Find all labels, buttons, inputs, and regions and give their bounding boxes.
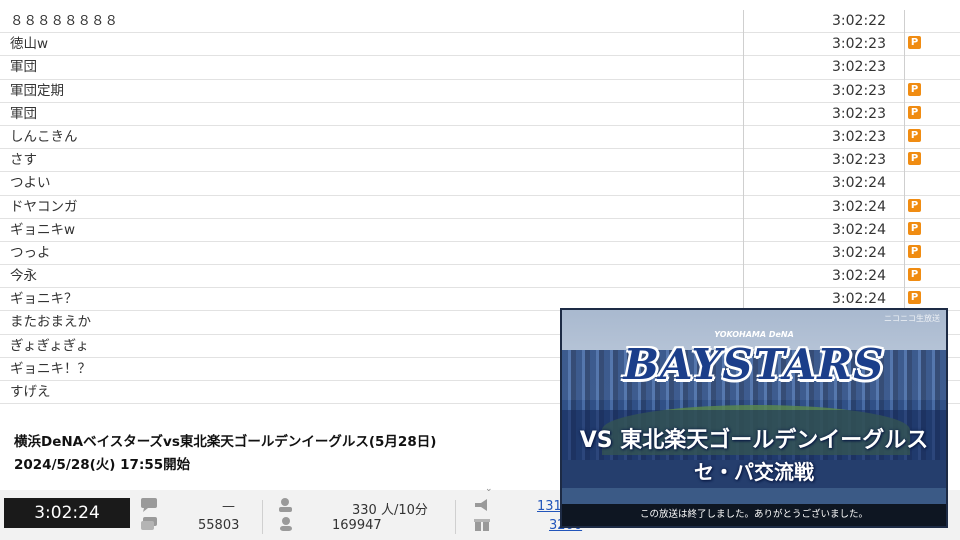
comment-row[interactable]: しんこきん 3:02:23 P (0, 126, 960, 150)
comment-row[interactable]: つよい 3:02:24 (0, 172, 960, 196)
comment-row[interactable]: ドヤコンガ 3:02:24 P (0, 196, 960, 219)
comment-row[interactable]: ギョニキw 3:02:24 P (0, 219, 960, 242)
comment-row[interactable]: さす 3:02:23 P (0, 149, 960, 173)
comment-text: ギョニキ！？ (10, 360, 91, 377)
premium-badge-icon: P (908, 198, 921, 212)
comment-time: 3:02:24 (832, 175, 886, 192)
chevron-down-icon[interactable]: ⌄ (485, 484, 493, 494)
comment-text: ギョニキw (10, 221, 76, 238)
premium-badge-icon: P (908, 36, 921, 50)
premium-badge-icon: P (908, 128, 921, 142)
comment-row[interactable]: 軍団 3:02:23 (0, 56, 960, 80)
comment-time: 3:02:24 (832, 198, 886, 215)
active-rate: 330 人/10分 (352, 503, 428, 518)
speech-bubble-stack-icon (140, 516, 158, 535)
premium-badge-icon: P (908, 105, 921, 119)
stats-divider (455, 500, 456, 534)
comment-text: ドヤコンガ (10, 198, 78, 215)
gift-icon (473, 516, 491, 535)
comment-row[interactable]: 徳山w 3:02:23 P (0, 33, 960, 57)
comment-row[interactable]: 軍団 3:02:23 P (0, 103, 960, 126)
comment-text: 軍団 (10, 105, 37, 122)
comment-time: 3:02:24 (832, 268, 886, 285)
comment-text: さす (10, 152, 37, 169)
comment-row[interactable]: つっよ 3:02:24 P (0, 242, 960, 266)
premium-badge-icon: P (908, 221, 921, 235)
comment-count-total: 55803 (198, 518, 240, 533)
program-start-time: 2024/5/28(火) 17:55開始 (14, 457, 191, 473)
comment-text: 今永 (10, 268, 37, 285)
comment-time: 3:02:23 (832, 82, 886, 99)
comment-time: 3:02:23 (832, 59, 886, 76)
video-player[interactable]: ニコニコ生放送 YOKOHAMA DeNA BAYSTARS VS 東北楽天ゴー… (560, 308, 948, 528)
premium-badge-icon: P (908, 152, 921, 166)
comment-time: 3:02:22 (832, 13, 886, 29)
comment-text: すげえ (10, 384, 51, 400)
comment-text: つよい (10, 175, 51, 192)
comment-time: 3:02:24 (832, 221, 886, 238)
team-logo-subtext: YOKOHAMA DeNA (714, 330, 794, 339)
comment-time: 3:02:23 (832, 128, 886, 145)
speech-bubble-icon (140, 497, 158, 516)
premium-badge-icon: P (908, 268, 921, 282)
comment-row[interactable]: ８８８８８８８８ 3:02:22 (0, 10, 960, 34)
comment-time: 3:02:23 (832, 105, 886, 122)
comment-text: 徳山w (10, 36, 49, 53)
league-text: セ・パ交流戦 (694, 460, 814, 484)
comment-text: 軍団定期 (10, 82, 64, 99)
person-board-icon (278, 497, 296, 516)
premium-badge-icon: P (908, 291, 921, 305)
end-of-broadcast-caption: この放送は終了しました。ありがとうございました。 (562, 504, 946, 526)
comment-text: ぎょぎょぎょ (10, 337, 89, 354)
elapsed-time: 3:02:24 (4, 498, 130, 528)
comment-text: またおまえか (10, 314, 91, 331)
comment-time: 3:02:24 (832, 244, 886, 261)
comment-text: つっよ (10, 244, 51, 261)
stats-divider (262, 500, 263, 534)
comment-text: ８８８８８８８８ (10, 13, 118, 29)
comment-text: ギョニキ？ (10, 291, 78, 308)
comment-text: しんこきん (10, 128, 78, 145)
premium-badge-icon: P (908, 82, 921, 96)
comment-time: 3:02:24 (832, 291, 886, 308)
team-logo: BAYSTARS (623, 340, 885, 389)
comment-count-recent: — (222, 499, 235, 514)
person-icon (278, 516, 296, 535)
premium-badge-icon: P (908, 244, 921, 258)
comment-time: 3:02:23 (832, 36, 886, 53)
program-title: 横浜DeNAベイスターズvs東北楽天ゴールデンイーグルス(5月28日) (14, 434, 437, 450)
matchup-text: VS 東北楽天ゴールデンイーグルス (579, 428, 929, 453)
visitor-count: 169947 (332, 518, 382, 533)
comment-row[interactable]: 今永 3:02:24 P (0, 265, 960, 289)
megaphone-icon (473, 497, 491, 516)
comment-row[interactable]: 軍団定期 3:02:23 P (0, 80, 960, 103)
comment-time: 3:02:23 (832, 152, 886, 169)
comment-text: 軍団 (10, 59, 37, 76)
broadcast-watermark: ニコニコ生放送 (884, 314, 940, 323)
